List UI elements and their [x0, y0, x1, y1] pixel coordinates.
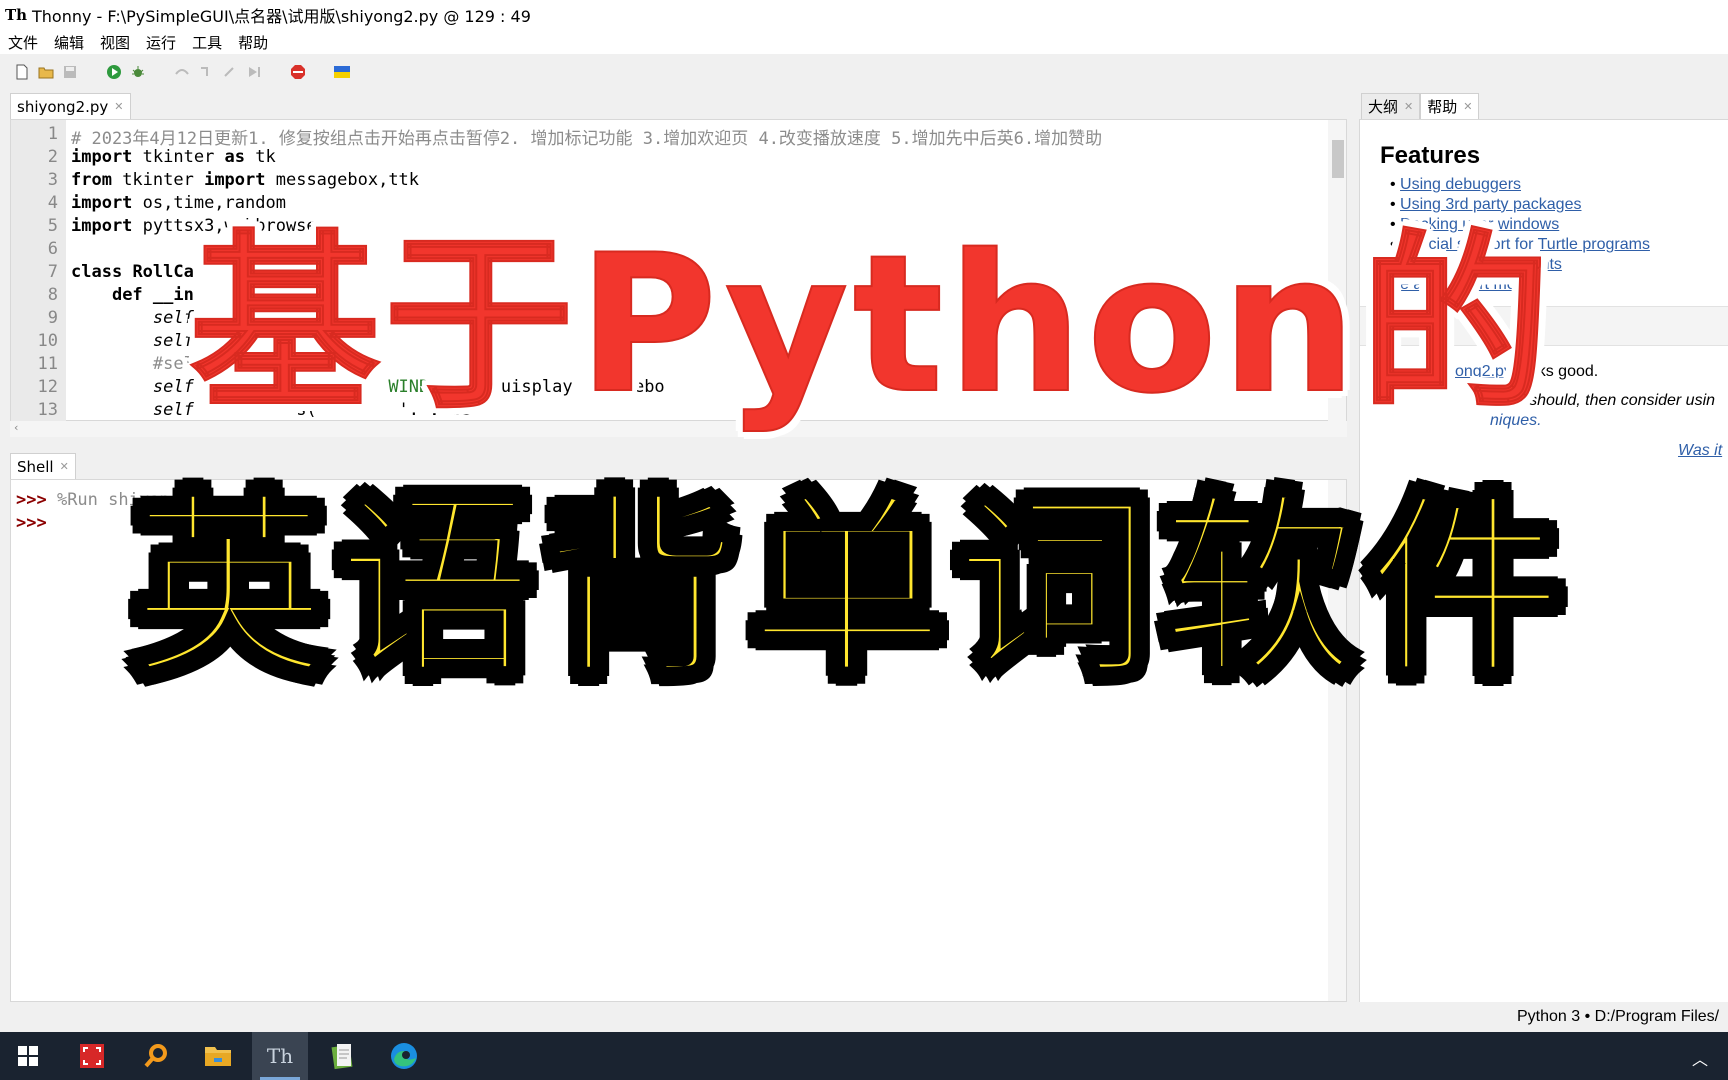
line-number: 5: [47, 216, 58, 236]
thonny-icon[interactable]: Th: [252, 1032, 308, 1080]
run-icon[interactable]: [104, 62, 124, 82]
code-line: import tkinter as tk: [71, 147, 276, 167]
resume-icon[interactable]: [244, 62, 264, 82]
list-item: Using debuggers: [1390, 176, 1650, 196]
save-icon[interactable]: [60, 62, 80, 82]
shell-line: >>>: [16, 513, 47, 533]
shell-tab-label: Shell: [17, 457, 54, 476]
shell-tabbar: Shell ✕: [10, 453, 76, 479]
statusbar: Python 3 • D:/Program Files/: [0, 1002, 1728, 1032]
thonny-logo-icon: Th: [4, 6, 28, 24]
editor-tab[interactable]: shiyong2.py ✕: [10, 93, 131, 119]
line-number: 8: [47, 285, 58, 305]
windows-start-icon[interactable]: [0, 1032, 56, 1080]
open-folder-icon[interactable]: [36, 62, 56, 82]
code-line: from tkinter import messagebox,ttk: [71, 170, 420, 190]
line-number: 4: [47, 193, 58, 213]
list-item: Using 3rd party packages: [1390, 196, 1650, 216]
menubar: 文件 编辑 视图 运行 工具 帮助: [0, 30, 1728, 54]
close-tab-icon[interactable]: ✕: [1404, 100, 1413, 113]
line-number: 10: [37, 331, 58, 351]
tab-help-label: 帮助: [1427, 98, 1458, 116]
menu-file[interactable]: 文件: [0, 32, 46, 53]
close-tab-icon[interactable]: ✕: [114, 100, 123, 113]
menu-run[interactable]: 运行: [138, 32, 184, 53]
shell-prompt: >>>: [16, 490, 47, 510]
ukraine-flag-icon[interactable]: [332, 62, 352, 82]
line-number: 3: [47, 170, 58, 190]
line-number: 1: [47, 124, 58, 144]
editor-tabbar: shiyong2.py ✕: [10, 93, 131, 119]
tray-chevron-icon[interactable]: ︿: [1692, 1046, 1708, 1070]
toolbar: [0, 54, 1728, 90]
snip-tool-icon[interactable]: [64, 1032, 120, 1080]
help-link[interactable]: Using 3rd party packages: [1400, 196, 1581, 213]
scrollbar-thumb[interactable]: [1332, 140, 1344, 178]
windows-taskbar: Th ︿: [0, 1032, 1728, 1080]
menu-help[interactable]: 帮助: [230, 32, 276, 53]
feedback-link[interactable]: Was it: [1678, 442, 1722, 460]
file-explorer-icon[interactable]: [190, 1032, 246, 1080]
new-file-icon[interactable]: [12, 62, 32, 82]
tab-help[interactable]: 帮助 ✕: [1420, 93, 1480, 119]
editor-tab-label: shiyong2.py: [17, 97, 109, 116]
tab-outline[interactable]: 大纲 ✕: [1361, 93, 1421, 119]
menu-view[interactable]: 视图: [92, 32, 138, 53]
line-number: 12: [37, 377, 58, 397]
shell-prompt: >>>: [16, 513, 47, 533]
line-number: 7: [47, 262, 58, 282]
debug-icon[interactable]: [128, 62, 148, 82]
code-line: def __in: [111, 285, 194, 305]
interpreter-status[interactable]: Python 3 • D:/Program Files/: [1517, 1008, 1719, 1026]
search-icon[interactable]: [128, 1032, 184, 1080]
line-number: 6: [47, 239, 58, 259]
close-tab-icon[interactable]: ✕: [1463, 100, 1472, 113]
edge-browser-icon[interactable]: [376, 1032, 432, 1080]
step-into-icon[interactable]: [196, 62, 216, 82]
line-number: 13: [37, 400, 58, 420]
right-tabbar: 大纲 ✕ 帮助 ✕: [1361, 93, 1480, 119]
line-number-gutter: 1 2 3 4 5 6 7 8 9 10 11 12 13: [11, 120, 66, 422]
menu-tools[interactable]: 工具: [184, 32, 230, 53]
help-title: Features: [1380, 142, 1481, 169]
overlay-title-line1: 基于Python的: [189, 214, 1555, 435]
window-title: Thonny - F:\PySimpleGUI\点名器\试用版\shiyong2…: [32, 7, 531, 26]
line-number: 11: [37, 354, 58, 374]
notepad-icon[interactable]: [314, 1032, 370, 1080]
step-over-icon[interactable]: [172, 62, 192, 82]
step-out-icon[interactable]: [220, 62, 240, 82]
tab-outline-label: 大纲: [1368, 98, 1399, 116]
code-line: self: [152, 331, 194, 351]
code-line: import os,time,random: [71, 193, 286, 213]
help-link[interactable]: Using debuggers: [1400, 176, 1521, 193]
menu-edit[interactable]: 编辑: [46, 32, 92, 53]
line-number: 2: [47, 147, 58, 167]
shell-tab[interactable]: Shell ✕: [10, 453, 76, 479]
code-line: #sel: [152, 354, 194, 374]
line-number: 9: [47, 308, 58, 328]
code-line: class RollCa: [71, 262, 194, 282]
overlay-title-line2: 英语背单词软件: [127, 473, 1572, 704]
stop-icon[interactable]: [288, 62, 308, 82]
close-tab-icon[interactable]: ✕: [60, 460, 69, 473]
window-titlebar: Th Thonny - F:\PySimpleGUI\点名器\试用版\shiyo…: [0, 0, 1728, 30]
code-line: # 2023年4月12日更新1. 修复按组点击开始再点击暂停2. 增加标记功能 …: [71, 129, 1103, 149]
